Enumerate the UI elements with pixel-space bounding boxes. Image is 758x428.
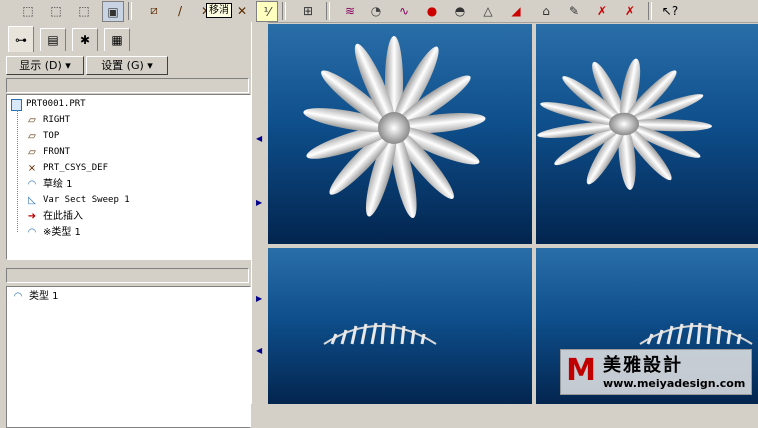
datum-plane-icon[interactable]: ⧄ [144, 1, 164, 20]
layer-icon: ▤ [47, 33, 59, 47]
tree-node-label: ※类型 1 [43, 227, 81, 238]
tree-icon: ⊶ [15, 32, 27, 47]
datum-plane-icon: ▱ [28, 147, 36, 158]
tree-node[interactable]: ▱ TOP [25, 129, 59, 144]
tooltip: 移消 [206, 3, 232, 18]
viewport-bottom-left[interactable] [268, 248, 532, 404]
csys-icon[interactable]: ✕ [232, 1, 252, 20]
whats-this-icon[interactable]: ↖? [660, 1, 680, 20]
watermark-logo: M [566, 353, 596, 388]
variable-section-icon[interactable]: ∿ [394, 1, 414, 20]
datum-axis-icon[interactable]: / [170, 1, 190, 20]
navigator-panel: ⊶ ▤ ✱ ▦ 显示 (D) ▾ 设置 (G) ▾ PRT0001.PRT ▱ … [0, 22, 258, 428]
tree-connector [17, 110, 18, 232]
model-tree: PRT0001.PRT ▱ RIGHT ▱ TOP ▱ FRONT ⨯ PRT_… [6, 94, 251, 260]
tree-node[interactable]: ▱ FRONT [25, 145, 70, 160]
color-icon[interactable]: ● [422, 1, 442, 20]
grid-icon[interactable]: ⊞ [298, 1, 318, 20]
expand-right-icon[interactable]: ▶ [256, 294, 262, 303]
expand-right-icon[interactable]: ▶ [256, 198, 262, 207]
toolbar-separator [128, 2, 132, 20]
settings-menu-button[interactable]: 设置 (G) ▾ [86, 56, 168, 75]
surface-icon: ◠ [27, 227, 37, 238]
view-cube-icon[interactable]: ⬚ [74, 1, 94, 20]
tree-node[interactable]: PRT0001.PRT [11, 97, 86, 112]
view-cube-icon[interactable]: ⬚ [18, 1, 38, 20]
detail-list: ◠ 类型 1 [6, 286, 251, 428]
render-icon[interactable]: ◓ [450, 1, 470, 20]
viewport-top-right[interactable] [536, 24, 758, 244]
tree-node-label: PRT0001.PRT [26, 99, 86, 109]
csys-icon: ⨯ [27, 163, 37, 174]
collapse-left-icon[interactable]: ◀ [256, 134, 262, 143]
viewport-top-left[interactable] [268, 24, 532, 244]
star-icon: ✱ [79, 33, 91, 47]
delete-icon[interactable]: ✗ [592, 1, 612, 20]
tree-node-label: Var Sect Sweep 1 [43, 195, 130, 205]
display-menu-button[interactable]: 显示 (D) ▾ [6, 56, 84, 75]
tree-node-label: 草绘 1 [43, 179, 73, 190]
surface-icon: ◠ [13, 291, 23, 302]
tree-node[interactable]: ◠ 草绘 1 [25, 177, 73, 192]
collapse-left-icon[interactable]: ◀ [256, 346, 262, 355]
watermark-url: www.meiyadesign.com [603, 377, 746, 390]
analysis-icon[interactable]: ⌂ [536, 1, 556, 20]
list-item-label: 类型 1 [29, 291, 59, 302]
sketch-icon[interactable]: ⅟ [256, 1, 278, 22]
lighting-icon[interactable]: △ [478, 1, 498, 20]
flower-model-front [303, 36, 486, 219]
tree-node-label: FRONT [43, 147, 71, 157]
measure-icon[interactable]: ✎ [564, 1, 584, 20]
flower-model-isometric [537, 58, 712, 190]
panel-splitter[interactable]: ◀ ▶ ▶ ◀ [251, 22, 268, 404]
list-item[interactable]: ◠ 类型 1 [11, 289, 59, 304]
datum-plane-icon: ▱ [28, 115, 36, 126]
part-icon [11, 98, 22, 111]
lower-header [6, 268, 249, 283]
tree-node[interactable]: ⨯ PRT_CSYS_DEF [25, 161, 108, 176]
tree-node-label: PRT_CSYS_DEF [43, 163, 109, 173]
datum-plane-icon: ▱ [28, 131, 36, 142]
tree-header [6, 78, 249, 93]
insert-here-icon: ➜ [27, 211, 37, 222]
sketch-icon: ◠ [27, 179, 37, 190]
toolbar-separator [326, 2, 330, 20]
favorites-tab[interactable]: ✱ [72, 28, 98, 51]
tree-node-label: RIGHT [43, 115, 71, 125]
delete-all-icon[interactable]: ✗ [620, 1, 640, 20]
folder-icon: ▦ [111, 33, 123, 47]
tree-node[interactable]: ➜ 在此插入 [25, 209, 83, 224]
tree-node-label: TOP [43, 131, 60, 141]
model-tree-tab[interactable]: ⊶ [8, 26, 34, 52]
tree-node[interactable]: ▱ RIGHT [25, 113, 70, 128]
view-cube-icon[interactable]: ⬚ [46, 1, 66, 20]
sweep-icon[interactable]: ≋ [340, 1, 360, 20]
appearance-icon[interactable]: ◢ [506, 1, 526, 20]
watermark-title: 美雅設計 [603, 355, 683, 376]
folder-tab[interactable]: ▦ [104, 28, 130, 51]
toolbar-separator [282, 2, 286, 20]
tree-node-label: 在此插入 [43, 211, 83, 222]
layer-tab[interactable]: ▤ [40, 28, 66, 51]
sweep-icon: ◺ [28, 195, 36, 206]
flower-model-side [323, 322, 437, 345]
shaded-cube-icon[interactable]: ▣ [102, 1, 124, 22]
blend-icon[interactable]: ◔ [366, 1, 386, 20]
watermark: M 美雅設計 www.meiyadesign.com [560, 349, 752, 395]
toolbar-separator [648, 2, 652, 20]
tree-node[interactable]: ◺ Var Sect Sweep 1 [25, 193, 130, 208]
tree-node[interactable]: ◠ ※类型 1 [25, 225, 81, 240]
main-toolbar: ⬚ ⬚ ⬚ ▣ ⧄ / ✕ 移消 ✕ ⅟ ⊞ ≋ ◔ ∿ ● ◓ △ ◢ ⌂ ✎… [0, 0, 758, 23]
